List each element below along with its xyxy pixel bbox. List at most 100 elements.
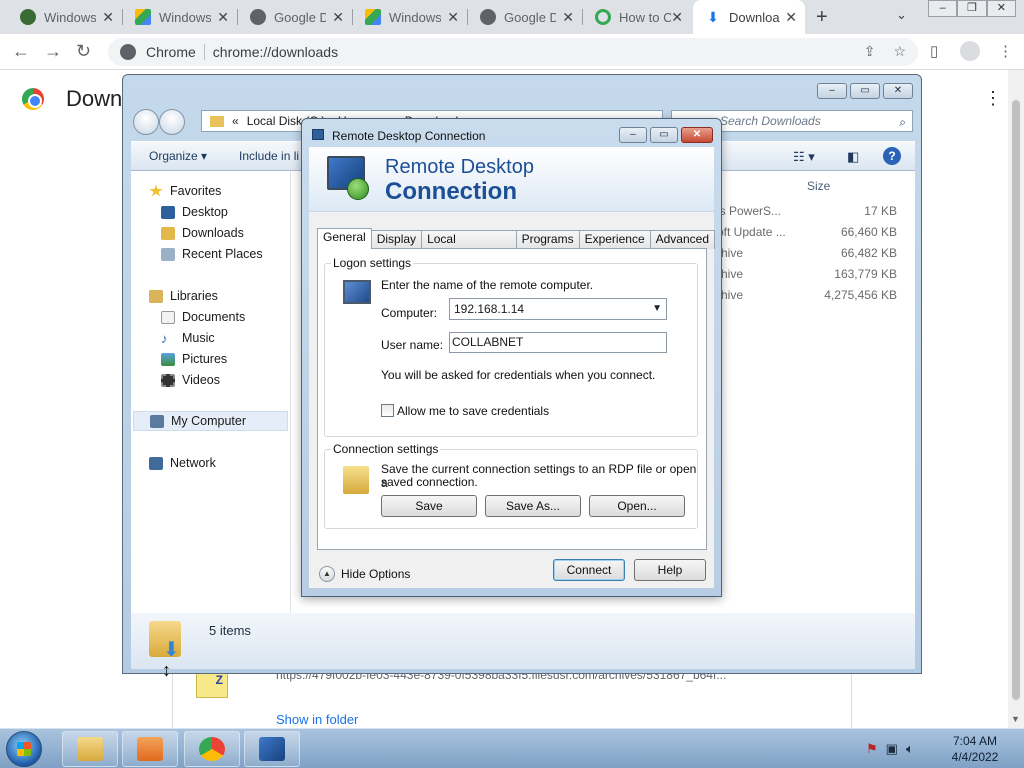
nav-libraries[interactable]: Libraries: [149, 286, 309, 306]
allow-save-credentials-label[interactable]: Allow me to save credentials: [397, 404, 549, 418]
browser-tab[interactable]: Google D ✕: [468, 0, 582, 34]
share-icon[interactable]: ⇪: [864, 43, 876, 60]
tab-search-icon[interactable]: ⌄: [896, 7, 907, 23]
tab-advanced[interactable]: Advanced: [649, 230, 715, 249]
minimize-icon[interactable]: –: [928, 0, 958, 17]
chevron-up-icon[interactable]: ▲: [319, 566, 335, 582]
save-button[interactable]: Save: [381, 495, 477, 517]
close-icon[interactable]: ✕: [217, 9, 229, 26]
browser-tab[interactable]: Google D ✕: [238, 0, 352, 34]
nav-favorites[interactable]: Favorites: [149, 181, 309, 201]
save-as-button[interactable]: Save As...: [485, 495, 581, 517]
browser-tab[interactable]: Windows ✕: [353, 0, 467, 34]
nav-network[interactable]: Network: [149, 453, 309, 473]
profile-avatar[interactable]: [960, 41, 980, 61]
preview-pane-icon[interactable]: ◧: [847, 149, 859, 165]
view-options-icon[interactable]: ☷ ▾: [793, 149, 815, 165]
browser-tab[interactable]: Windows ✕: [8, 0, 122, 34]
close-icon[interactable]: ✕: [681, 127, 713, 143]
browser-tab-active[interactable]: ⬇ Downloa ✕: [693, 0, 805, 34]
back-arrow-icon[interactable]: ←: [12, 41, 30, 62]
nav-pictures[interactable]: Pictures: [161, 349, 321, 369]
search-icon[interactable]: ⌕: [899, 112, 906, 132]
minimize-icon[interactable]: –: [619, 127, 647, 143]
chrome-icon: [120, 44, 136, 60]
minimize-icon[interactable]: –: [817, 83, 847, 99]
file-row[interactable]: rchive 163,779 KB: [711, 264, 897, 284]
scroll-down-arrow-icon[interactable]: ▼: [1011, 714, 1020, 724]
tab-local-resources[interactable]: Local Resources: [421, 230, 517, 263]
close-icon[interactable]: ✕: [785, 9, 797, 26]
taskbar-explorer[interactable]: [62, 731, 118, 767]
network-icon: [149, 456, 163, 470]
bookmark-star-icon[interactable]: ☆: [893, 43, 906, 60]
close-window-icon[interactable]: ✕: [986, 0, 1016, 17]
start-button[interactable]: [6, 731, 42, 767]
system-clock[interactable]: 7:04 AM 4/4/2022: [940, 733, 1010, 765]
file-row[interactable]: ws PowerS... 17 KB: [711, 201, 897, 221]
username-field[interactable]: COLLABNET: [449, 332, 667, 353]
browser-tab[interactable]: Windows ✕: [123, 0, 237, 34]
organize-menu[interactable]: Organize ▾: [149, 149, 207, 163]
action-center-flag-icon[interactable]: ⚑: [866, 741, 878, 757]
connect-button[interactable]: Connect: [553, 559, 625, 581]
hide-options-label[interactable]: Hide Options: [341, 567, 410, 581]
nav-videos[interactable]: Videos: [161, 370, 321, 390]
address-chevron[interactable]: «: [232, 111, 239, 131]
network-icon[interactable]: ▣: [886, 741, 898, 757]
hide-options-toggle[interactable]: ▲ Hide Options: [319, 566, 410, 582]
download-icon: ⬇: [707, 9, 719, 25]
maximize-icon[interactable]: ▭: [650, 127, 678, 143]
close-icon[interactable]: ✕: [562, 9, 574, 26]
help-button[interactable]: Help: [634, 559, 706, 581]
include-in-library-menu[interactable]: Include in li: [239, 149, 299, 163]
page-title: Down: [66, 86, 123, 111]
address-bar[interactable]: Chrome chrome://downloads ⇪ ☆: [108, 38, 918, 66]
restore-icon[interactable]: ❐: [957, 0, 987, 17]
close-icon[interactable]: ✕: [671, 9, 683, 26]
maximize-icon[interactable]: ▭: [850, 83, 880, 99]
side-panel-icon[interactable]: ▯: [930, 42, 938, 60]
downloads-folder-icon: [161, 226, 175, 240]
nav-music[interactable]: ♪ Music: [161, 328, 321, 348]
volume-icon[interactable]: 🔈︎: [906, 741, 914, 757]
kebab-menu-icon[interactable]: ⋮: [984, 88, 1002, 109]
size-column-header[interactable]: Size: [807, 179, 830, 193]
allow-save-credentials-checkbox[interactable]: [381, 404, 394, 417]
show-in-folder-link[interactable]: Show in folder: [276, 712, 358, 727]
tab-programs[interactable]: Programs: [515, 230, 580, 249]
kebab-menu-icon[interactable]: ⋮: [998, 42, 1013, 60]
page-scrollbar[interactable]: ▼: [1008, 70, 1024, 728]
nav-downloads[interactable]: Downloads: [161, 223, 321, 243]
file-row[interactable]: rchive 4,275,456 KB: [711, 285, 897, 305]
nav-desktop[interactable]: Desktop: [161, 202, 321, 222]
close-icon[interactable]: ✕: [883, 83, 913, 99]
computer-combobox[interactable]: 192.168.1.14 ▼: [449, 298, 667, 320]
navigation-pane: Favorites Desktop Downloads Recent Place…: [131, 171, 291, 613]
taskbar-chrome[interactable]: [184, 731, 240, 767]
tab-general[interactable]: General: [317, 228, 372, 249]
tab-display[interactable]: Display: [370, 230, 423, 249]
taskbar-remote-desktop[interactable]: [244, 731, 300, 767]
reload-icon[interactable]: ↻: [76, 41, 91, 62]
close-icon[interactable]: ✕: [447, 9, 459, 26]
close-icon[interactable]: ✕: [102, 9, 114, 26]
help-icon[interactable]: ?: [883, 147, 901, 165]
nav-my-computer[interactable]: My Computer: [133, 411, 288, 431]
url-text[interactable]: chrome://downloads: [213, 44, 338, 60]
browser-tab[interactable]: How to C ✕: [583, 0, 691, 34]
file-row[interactable]: rchive 66,482 KB: [711, 243, 897, 263]
taskbar-media-player[interactable]: [122, 731, 178, 767]
nav-recent-places[interactable]: Recent Places: [161, 244, 321, 264]
open-button[interactable]: Open...: [589, 495, 685, 517]
forward-circle-icon[interactable]: [159, 109, 185, 135]
tab-experience[interactable]: Experience: [578, 230, 651, 249]
nav-documents[interactable]: Documents: [161, 307, 321, 327]
dropdown-arrow-icon[interactable]: ▼: [652, 299, 662, 319]
scrollbar-thumb[interactable]: [1012, 100, 1020, 700]
forward-arrow-icon[interactable]: →: [44, 41, 62, 62]
back-circle-icon[interactable]: [133, 109, 159, 135]
new-tab-button[interactable]: +: [816, 6, 828, 29]
file-row[interactable]: soft Update ... 66,460 KB: [711, 222, 897, 242]
close-icon[interactable]: ✕: [332, 9, 344, 26]
